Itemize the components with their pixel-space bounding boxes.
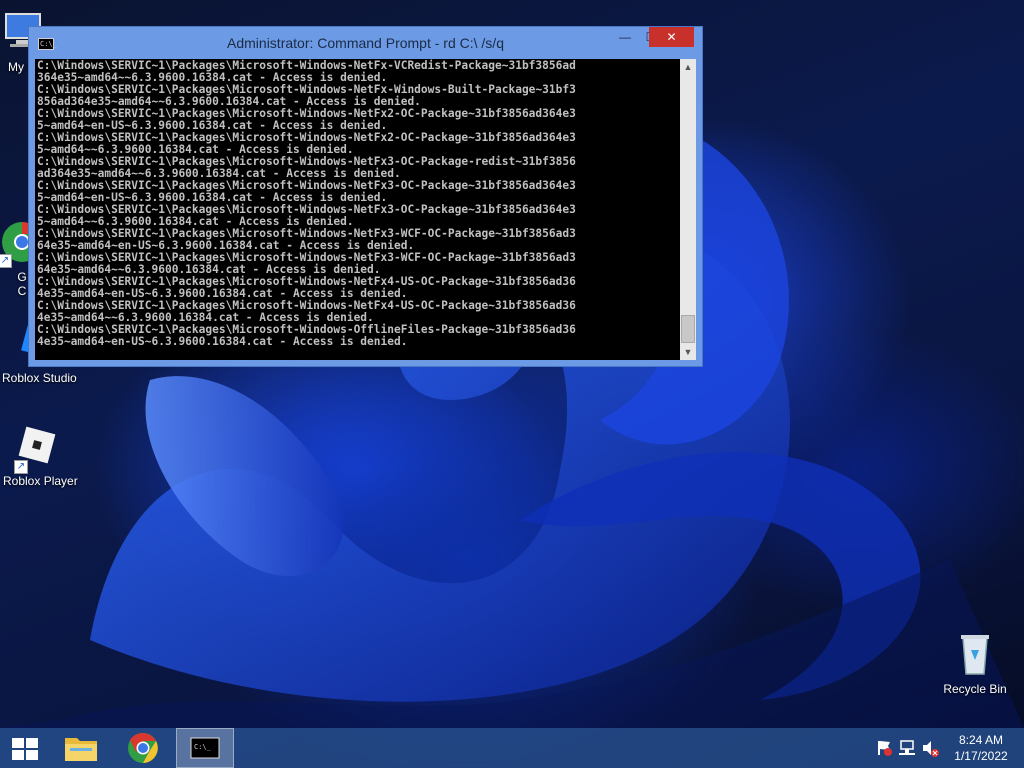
taskbar-google-chrome[interactable] — [118, 728, 168, 768]
taskbar-command-prompt[interactable]: C:\_ — [176, 728, 234, 768]
recycle-bin-icon — [951, 630, 999, 678]
windows-logo-icon — [12, 738, 38, 760]
desktop-icon-label: G — [17, 270, 27, 284]
clock-time: 8:24 AM — [958, 733, 1004, 747]
desktop-icon-label: C — [17, 284, 27, 298]
minimize-button[interactable]: — — [612, 27, 638, 47]
window-titlebar[interactable]: C:\_ Administrator: Command Prompt - rd … — [29, 27, 702, 59]
shortcut-arrow-icon: ↗ — [14, 460, 28, 474]
vertical-scrollbar[interactable]: ▲ ▼ — [680, 59, 696, 360]
system-tray — [870, 728, 940, 768]
start-button[interactable] — [0, 728, 50, 768]
taskbar-file-explorer[interactable] — [56, 728, 106, 768]
desktop-icon-label: Roblox Player — [3, 474, 78, 488]
chrome-icon — [128, 732, 158, 763]
scroll-up-arrow-icon[interactable]: ▲ — [680, 59, 696, 75]
network-icon[interactable] — [897, 728, 917, 768]
scroll-down-arrow-icon[interactable]: ▼ — [680, 344, 696, 360]
shortcut-arrow-icon: ↗ — [0, 254, 12, 268]
desktop-icon-label: Recycle Bin — [943, 682, 1007, 696]
folder-icon — [65, 738, 97, 761]
command-prompt-window[interactable]: C:\_ Administrator: Command Prompt - rd … — [28, 26, 703, 367]
console-output-area[interactable]: C:\Windows\SERVIC~1\Packages\Microsoft-W… — [35, 59, 680, 360]
desktop-icon-label: Roblox Studio — [2, 371, 77, 385]
action-center-flag-icon[interactable] — [874, 728, 894, 768]
console-text: C:\Windows\SERVIC~1\Packages\Microsoft-W… — [37, 59, 576, 348]
cmd-icon: C:\_ — [190, 737, 220, 759]
volume-muted-icon[interactable] — [920, 728, 940, 768]
window-title: Administrator: Command Prompt - rd C:\ /… — [227, 35, 504, 51]
desktop-icon-roblox-player[interactable]: ↗ Roblox Player — [0, 424, 80, 488]
close-button[interactable]: ✕ — [649, 27, 694, 47]
taskbar-clock[interactable]: 8:24 AM 1/17/2022 — [946, 732, 1016, 764]
svg-text:C:\_: C:\_ — [194, 743, 212, 751]
scrollbar-thumb[interactable] — [681, 315, 695, 343]
clock-date: 1/17/2022 — [954, 749, 1008, 763]
desktop-icon-recycle-bin[interactable]: Recycle Bin — [935, 630, 1015, 696]
roblox-player-icon: ↗ — [14, 424, 62, 474]
taskbar: C:\_ 8:24 AM 1/17/2022 — [0, 728, 1024, 768]
